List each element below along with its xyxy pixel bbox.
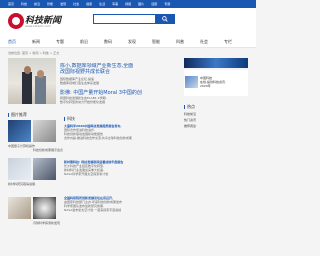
category-tab[interactable]: 智能 xyxy=(152,39,160,45)
category-tab[interactable]: 专栏 xyxy=(224,39,232,45)
info-image xyxy=(185,76,198,88)
breadcrumb: 当前位置: 首页 > 新闻 > 科技 > 正文 xyxy=(8,51,60,55)
news-thumbnail[interactable] xyxy=(33,120,56,142)
category-tab[interactable]: 首页 xyxy=(8,39,16,45)
featured-title[interactable]: 影佛: 中国产量开始Moral 3中国的创 xyxy=(60,89,180,96)
top-nav-item[interactable]: 智能 xyxy=(47,0,53,8)
right-link[interactable]: 热门资讯 xyxy=(184,118,196,122)
category-tab[interactable]: 发现 xyxy=(128,39,136,45)
top-nav-item[interactable]: 专题 xyxy=(164,0,170,8)
top-nav: 首页 科技 前沿 智能 发现 社会 健康 生活 军事 视频 图片 话题 专题 xyxy=(0,0,256,8)
category-tab[interactable]: 前沿 xyxy=(80,39,88,45)
side-heading: 图片推荐 xyxy=(8,112,27,118)
news-thumbnail[interactable] xyxy=(8,197,31,219)
article-item[interactable]: 全国科研院所创新发展论坛在京召开, 由国家科技部门主办,年度科技创新成果发布 科… xyxy=(64,196,184,212)
article-desc: 合作共赢,推进科技合作交流,共享全球科技创新成果 xyxy=(64,136,132,140)
site-header: 科技新闻 www.kxtech.com xyxy=(0,8,256,35)
thumbnail-caption[interactable]: 科技创新成果展示会议 xyxy=(33,148,63,152)
logo-icon xyxy=(8,13,24,29)
article-desc: NASA科学家开展太空探索新计划 xyxy=(64,172,109,176)
category-tab[interactable]: 社会 xyxy=(200,39,208,45)
category-tab[interactable]: 科普 xyxy=(176,39,184,45)
news-thumbnail[interactable] xyxy=(33,197,56,219)
thumbnail-caption[interactable]: 月球科学探测新发现 xyxy=(33,221,60,225)
site-logo[interactable]: 科技新闻 www.kxtech.com xyxy=(8,11,61,33)
right-link[interactable]: 推荐阅读 xyxy=(184,124,196,128)
top-nav-item[interactable]: 军事 xyxy=(112,0,118,8)
thumbnail-caption[interactable]: 新材料研究取得进展 xyxy=(8,182,35,186)
top-nav-item[interactable]: 话题 xyxy=(151,0,157,8)
ad-banner[interactable] xyxy=(184,58,248,68)
news-thumbnail[interactable] xyxy=(8,120,31,142)
article-item[interactable]: 大量科学2020中国科技发展趋势报告发布, 国际合作促进科技进步, 科技创新驱动… xyxy=(64,124,184,140)
hero-image[interactable] xyxy=(8,58,56,104)
category-tab[interactable]: 新闻 xyxy=(32,39,40,45)
category-tab[interactable]: 数码 xyxy=(104,39,112,45)
category-tab[interactable]: 专题 xyxy=(56,39,64,45)
news-thumbnail[interactable] xyxy=(33,158,56,180)
top-nav-item[interactable]: 生活 xyxy=(99,0,105,8)
top-nav-item[interactable]: 前沿 xyxy=(34,0,40,8)
logo-url: www.kxtech.com xyxy=(25,24,51,28)
search-icon xyxy=(162,16,168,22)
featured-desc: 数字化转型的动力开始智能化发展 xyxy=(60,100,106,104)
category-nav: 首页 新闻 专题 前沿 数码 发现 智能 科普 社会 专栏 xyxy=(0,35,256,48)
top-nav-item[interactable]: 图片 xyxy=(138,0,144,8)
article-item[interactable]: 新时期科技: 科技发展取得显著成效年度报告 长沙科技产业园区数字化转型, 新材料… xyxy=(64,160,184,176)
top-nav-item[interactable]: 视频 xyxy=(125,0,131,8)
top-nav-item[interactable]: 社会 xyxy=(73,0,79,8)
search-button[interactable] xyxy=(155,14,175,24)
top-nav-item[interactable]: 科技 xyxy=(21,0,27,8)
featured-title[interactable]: 陈小,数据库领域产业新生态,全面 改国际视野共成长联合 xyxy=(60,63,180,75)
info-text: 2020年 xyxy=(200,84,211,88)
news-thumbnail[interactable] xyxy=(8,158,31,180)
top-nav-item[interactable]: 首页 xyxy=(8,0,14,8)
thumbnail-caption[interactable]: 中国量子计算机操作 xyxy=(8,144,35,148)
right-heading: 热点 xyxy=(184,104,195,110)
top-nav-item[interactable]: 健康 xyxy=(86,0,92,8)
top-nav-item[interactable]: 发现 xyxy=(60,0,66,8)
right-link[interactable]: 科技前沿 xyxy=(184,112,196,116)
info-box: 中国科技 在线,提供科技资讯, 2020年 xyxy=(184,70,248,96)
featured-desc: 数据库领域打造生态体系发展 xyxy=(60,81,100,85)
article-desc: NASA发布新太空计划,一起来探索宇宙奥秘 xyxy=(64,208,122,212)
section-heading: 科技 xyxy=(64,116,75,122)
